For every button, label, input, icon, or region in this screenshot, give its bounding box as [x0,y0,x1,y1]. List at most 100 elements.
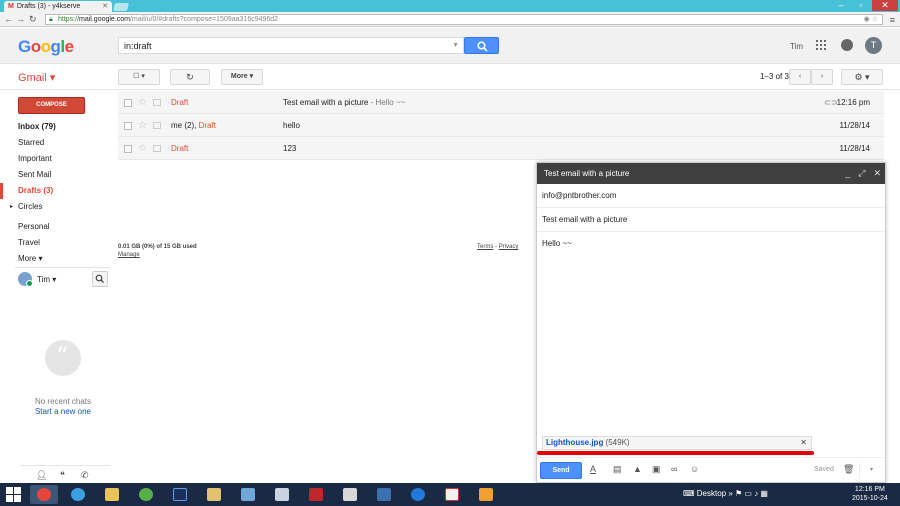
new-tab-button[interactable] [112,3,130,11]
keyboard-icon[interactable]: ⌨ [683,489,695,498]
close-icon[interactable]: ✕ [873,168,881,178]
media-player-taskbar-icon[interactable] [472,485,500,504]
gmail-favicon-icon: M [8,3,14,10]
discard-draft-icon[interactable]: 🗑︎ [843,464,854,475]
search-input[interactable]: in:draft ▼ [118,37,464,54]
minimize-window-icon[interactable]: – [832,0,850,11]
user-name-link[interactable]: Tim [790,42,803,51]
address-bar: ← → ↻ 🔒︎ https://mail.google.com/mail/u/… [0,12,900,27]
sidebar-item-circles[interactable]: ▸ Circles [0,199,110,215]
hangouts-avatar[interactable] [18,272,33,287]
insert-link-icon[interactable]: ∞ [671,464,677,474]
taskbar-clock[interactable]: 12:16 PM 2015-10-24 [852,485,888,503]
message-body[interactable]: Hello ~~ [542,239,572,248]
document-taskbar-icon[interactable] [268,485,296,504]
row-checkbox[interactable] [124,145,132,153]
photoshop-taskbar-icon[interactable] [166,485,194,504]
sidebar-item-more[interactable]: More ▾ [0,251,110,267]
privacy-link[interactable]: Privacy [499,244,519,250]
url-star-icon[interactable]: ◉ ☆ [864,15,878,25]
search-options-icon[interactable]: ▼ [452,38,459,54]
table-row[interactable]: ☆ Draft Test email with a picture - Hell… [118,91,884,114]
expand-icon[interactable]: ⤢ [858,168,865,178]
browser-tab[interactable]: M Drafts (3) - y4kserve ✕ [4,1,112,12]
hangouts-search-icon[interactable] [92,271,108,287]
teamviewer-taskbar-icon[interactable] [404,485,432,504]
select-checkbox-button[interactable]: ☐ ▾ [118,69,160,85]
compose-button[interactable]: COMPOSE [18,97,85,114]
explorer-taskbar-icon[interactable] [98,485,126,504]
star-icon[interactable]: ☆ [138,91,147,114]
more-options-icon[interactable]: ▾ [859,462,883,479]
table-row[interactable]: ☆ me (2), Draft hello 11/28/14 [118,114,884,137]
attachment-chip[interactable]: Lighthouse.jpg (549K) ✕ [542,436,812,450]
contacts-icon[interactable]: 👤︎ [36,470,47,481]
messenger-taskbar-icon[interactable] [200,485,228,504]
back-icon[interactable]: ← [4,14,13,24]
important-marker-icon[interactable] [153,122,161,129]
row-checkbox[interactable] [124,122,132,130]
manage-storage-link[interactable]: Manage [118,252,140,258]
sidebar-item-personal[interactable]: Personal [0,219,110,235]
app-taskbar-icon[interactable] [234,485,262,504]
google-logo[interactable]: Google [18,37,74,57]
ie-taskbar-icon[interactable] [64,485,92,504]
important-marker-icon[interactable] [153,99,161,106]
computer-taskbar-icon[interactable] [370,485,398,504]
sidebar-item-important[interactable]: Important [0,151,110,167]
url-input[interactable]: 🔒︎ https://mail.google.com/mail/u/0/#dra… [45,14,883,25]
row-checkbox[interactable] [124,99,132,107]
more-button[interactable]: More ▾ [221,69,263,85]
sidebar-item-inbox[interactable]: Inbox (79) [0,119,110,135]
avatar[interactable]: T [865,37,882,54]
sidebar-item-drafts[interactable]: Drafts (3) [0,183,110,199]
remove-attachment-icon[interactable]: ✕ [800,437,807,449]
insert-photo-icon[interactable]: ▣ [652,464,661,475]
row-date: 12:16 pm [836,98,870,107]
browser-menu-icon[interactable]: ≡ [890,15,895,25]
desktop-toolbar[interactable]: Desktop [697,489,726,498]
hangouts-quote-icon[interactable]: ❝ [60,470,65,481]
reload-icon[interactable]: ↻ [29,14,37,25]
maximize-window-icon[interactable]: ▫ [852,0,870,11]
vnc-taskbar-icon[interactable] [438,485,466,504]
forward-icon[interactable]: → [16,14,25,24]
filezilla-taskbar-icon[interactable] [302,485,330,504]
gmail-menu[interactable]: Gmail ▾ [18,71,55,84]
star-icon[interactable]: ☆ [138,114,147,137]
newer-chevron-icon[interactable]: ‹ [789,69,811,85]
search-button[interactable] [464,37,499,54]
star-icon[interactable]: ☆ [138,137,147,160]
compose-title-bar[interactable]: Test email with a picture _ ⤢ ✕ [537,163,885,184]
important-marker-icon[interactable] [153,145,161,152]
close-window-icon[interactable]: ✕ [872,0,898,11]
network-taskbar-icon[interactable] [336,485,364,504]
windows-start-icon[interactable] [6,487,22,502]
emoji-icon[interactable]: ☺ [690,464,699,474]
older-chevron-icon[interactable]: › [811,69,833,85]
subject-field[interactable]: Test email with a picture [537,208,885,232]
refresh-icon[interactable]: ↻ [170,69,210,85]
drive-icon[interactable]: ▲ [633,464,642,474]
send-button[interactable]: Send [540,462,582,479]
table-row[interactable]: ☆ Draft 123 11/28/14 [118,137,884,160]
sidebar-item-starred[interactable]: Starred [0,135,110,151]
hangouts-user-name[interactable]: Tim ▾ [37,275,56,284]
sidebar-item-travel[interactable]: Travel [0,235,110,251]
formatting-icon[interactable]: A [590,464,596,474]
attach-file-icon[interactable]: ▤ [613,464,622,475]
mail-list: ☆ Draft Test email with a picture - Hell… [118,91,884,160]
notifications-icon[interactable] [841,39,853,51]
tab-close-icon[interactable]: ✕ [102,2,108,10]
start-new-chat-link[interactable]: Start a new one [18,407,108,416]
chrome-taskbar-icon[interactable] [30,485,58,504]
apps-grid-icon[interactable] [816,40,826,50]
to-field[interactable]: info@pntbrother.com [537,184,885,208]
green-app-taskbar-icon[interactable] [132,485,160,504]
hangouts-footer: 👤︎ ❝ ✆ [20,465,110,483]
sidebar-item-sent[interactable]: Sent Mail [0,167,110,183]
minimize-icon[interactable]: _ [845,168,850,178]
phone-icon[interactable]: ✆ [81,470,89,481]
terms-link[interactable]: Terms [477,244,493,250]
settings-gear-icon[interactable]: ⚙ ▾ [841,69,883,85]
